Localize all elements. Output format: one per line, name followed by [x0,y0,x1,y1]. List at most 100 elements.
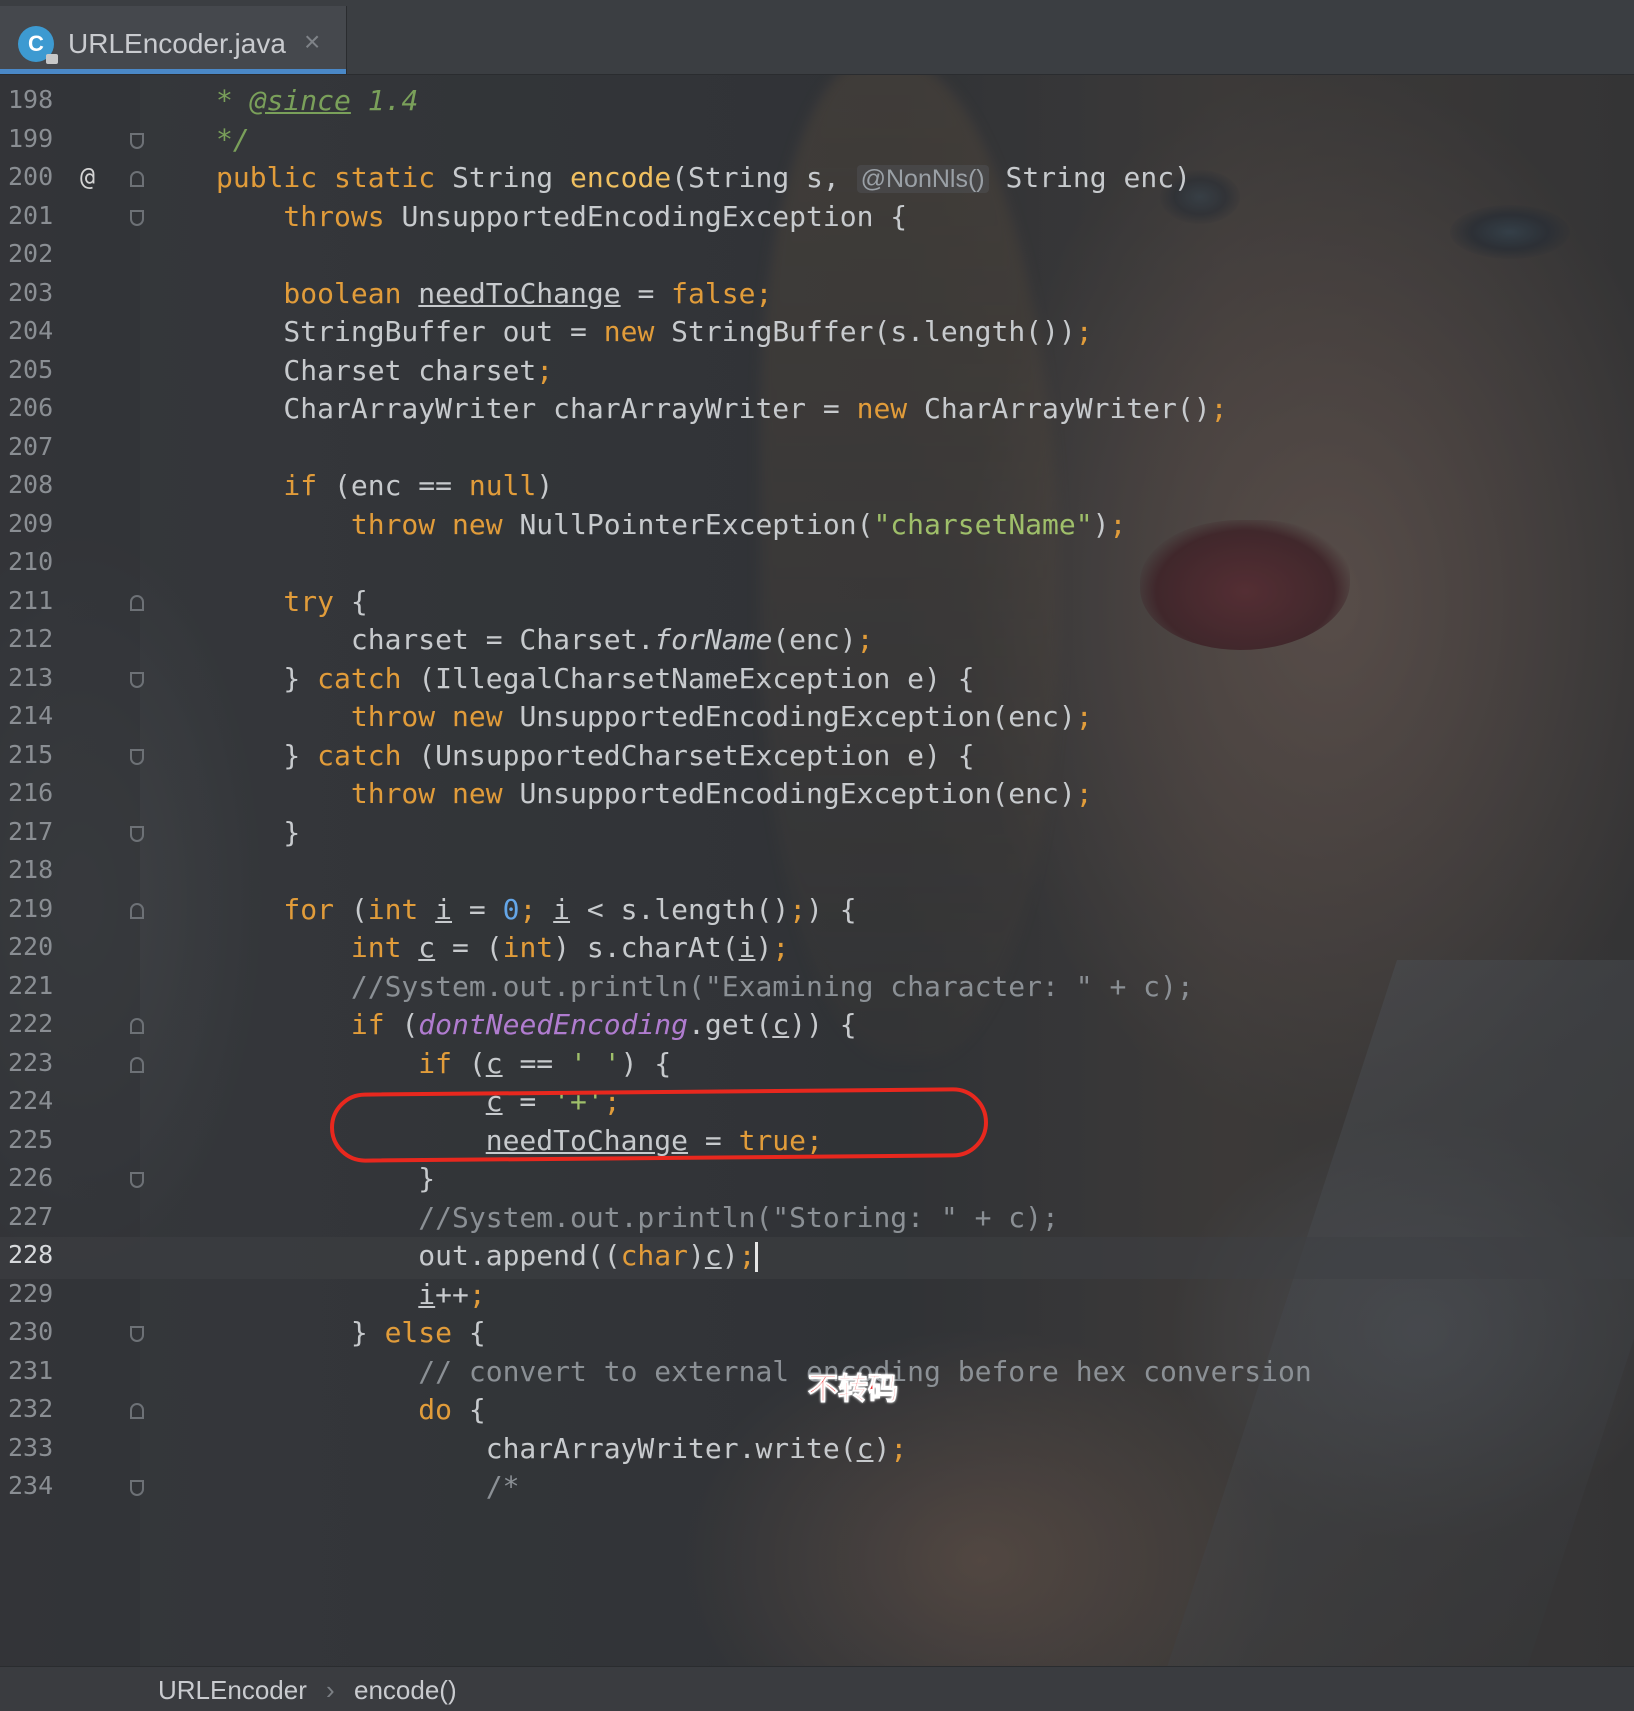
fold-toggle-icon[interactable] [130,1056,144,1073]
code-text: Charset charset; [216,354,553,387]
fold-toggle-icon[interactable] [130,209,144,226]
code-line[interactable]: 226 } [0,1160,1634,1202]
code-token: 0 [502,892,520,926]
line-number: 208 [8,470,54,499]
code-line[interactable]: 203 boolean needToChange = false; [0,275,1634,317]
fold-toggle-icon[interactable] [130,1480,144,1496]
line-number: 232 [8,1394,54,1423]
code-line[interactable]: 209 throw new NullPointerException("char… [0,506,1634,548]
line-number: 216 [8,778,54,807]
code-token: ; [890,1431,908,1465]
code-line[interactable]: 213 } catch (IllegalCharsetNameException… [0,660,1634,702]
code-line[interactable]: 207 [0,429,1634,471]
code-line[interactable]: 221 //System.out.println("Examining char… [0,968,1634,1010]
code-token: (enc) [772,623,857,656]
code-line[interactable]: 211 try { [0,583,1634,625]
code-token: (String s, [671,161,857,194]
line-number: 227 [8,1201,54,1231]
code-line[interactable]: 206 CharArrayWriter charArrayWriter = ne… [0,390,1634,432]
fold-toggle-icon[interactable] [130,902,144,919]
fold-toggle-icon[interactable] [130,825,144,842]
code-token: ' ' [570,1046,621,1080]
code-line[interactable]: 201 throws UnsupportedEncodingException … [0,198,1634,240]
breadcrumb-method[interactable]: encode() [354,1675,457,1706]
code-text: do { [216,1393,485,1426]
code-token: @since [249,84,351,117]
line-number: 215 [8,739,54,769]
code-line[interactable]: 198 * @since 1.4 [0,82,1634,124]
fold-toggle-icon[interactable] [130,748,144,765]
code-token: ; [519,892,554,926]
code-token: catch [317,738,419,772]
line-number: 211 [8,585,54,615]
code-line[interactable]: 215 } catch (UnsupportedCharsetException… [0,737,1634,779]
override-marker-icon[interactable]: @ [80,162,95,191]
line-number: 234 [8,1471,54,1500]
fold-toggle-icon[interactable] [130,671,144,688]
code-token: ; [1109,507,1127,541]
code-line[interactable]: 229 i++; [0,1276,1634,1318]
code-token: c [856,1431,874,1465]
code-line[interactable]: 230 } else { [0,1314,1634,1356]
code-line[interactable]: 204 StringBuffer out = new StringBuffer(… [0,313,1634,355]
code-line[interactable]: 210 [0,544,1634,586]
fold-toggle-icon[interactable] [130,1326,144,1342]
code-line[interactable]: 202 [0,236,1634,278]
code-line[interactable]: 214 throw new UnsupportedEncodingExcepti… [0,698,1634,740]
code-line[interactable]: 216 throw new UnsupportedEncodingExcepti… [0,775,1634,817]
code-token: } [216,738,318,772]
code-token: //System.out.println("Storing: " + c); [216,1200,1059,1234]
fold-toggle-icon[interactable] [130,1403,144,1419]
code-text: } catch (IllegalCharsetNameException e) … [216,661,974,695]
code-line[interactable]: 212 charset = Charset.forName(enc); [0,621,1634,663]
code-token: int [216,931,419,964]
fold-toggle-icon[interactable] [130,1172,144,1188]
fold-toggle-icon[interactable] [130,132,144,149]
line-number: 206 [8,393,54,422]
code-line[interactable]: 220 int c = (int) s.charAt(i); [0,929,1634,971]
code-token: UnsupportedEncodingException { [401,199,908,233]
code-text: for (int i = 0; i < s.length();) { [216,892,856,926]
code-line[interactable]: 205 Charset charset; [0,352,1634,394]
line-number: 229 [8,1278,54,1308]
code-line[interactable]: 223 if (c == ' ') { [0,1045,1634,1087]
code-token: ( [468,1046,486,1080]
code-token: } [216,661,318,695]
code-text: public static String encode(String s, @N… [216,161,1191,194]
code-token: * [216,84,250,117]
code-line[interactable]: 219 for (int i = 0; i < s.length();) { [0,891,1634,933]
code-line[interactable]: 222 if (dontNeedEncoding.get(c)) { [0,1006,1634,1048]
close-icon[interactable]: × [304,26,320,58]
code-token: i [553,892,571,926]
code-token: ; [789,892,807,926]
code-token: ) [536,469,554,502]
code-line[interactable]: 199 */ [0,121,1634,163]
code-token: CharArrayWriter charArrayWriter = [216,392,857,425]
code-token: ) [873,1431,891,1465]
code-token: false; [671,276,773,310]
fold-toggle-icon[interactable] [130,594,144,611]
code-line[interactable]: 228 out.append((char)c); [0,1237,1634,1279]
code-line[interactable]: 218 [0,852,1634,894]
code-line[interactable]: 217 } [0,814,1634,856]
breadcrumb-class[interactable]: URLEncoder [158,1675,307,1706]
code-line[interactable]: 200 @ public static String encode(String s… [0,159,1634,201]
fold-toggle-icon[interactable] [130,171,144,187]
editor-tab-bar: C URLEncoder.java × [0,0,1634,75]
line-number: 207 [8,431,54,461]
code-token: int [502,931,554,964]
code-line[interactable]: 233 charArrayWriter.write(c); [0,1430,1634,1472]
code-line[interactable]: 234 /* [0,1468,1634,1510]
code-text: } [216,1162,435,1195]
code-line[interactable]: 208 if (enc == null) [0,467,1634,509]
code-editor[interactable]: 198 * @since 1.4 199 */ 200 @ public static St… [0,74,1634,1666]
code-line[interactable]: 227 //System.out.println("Storing: " + c… [0,1199,1634,1241]
code-token: ; [738,1239,756,1272]
code-token: //System.out.println("Examining characte… [216,969,1194,1003]
line-number: 209 [8,508,54,538]
code-token: (enc == [334,469,469,502]
fold-toggle-icon[interactable] [130,1018,144,1034]
tab-urlencoder-java[interactable]: C URLEncoder.java × [0,6,347,74]
code-text: throw new UnsupportedEncodingException(e… [216,700,1093,733]
line-number: 224 [8,1086,54,1115]
